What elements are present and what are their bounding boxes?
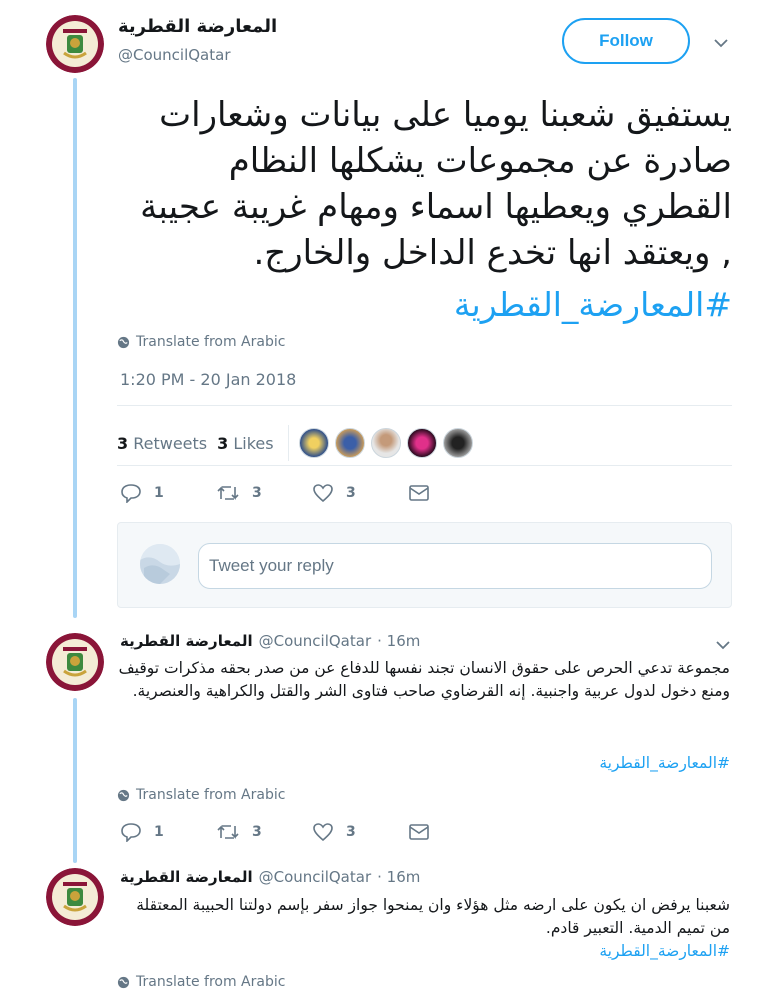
heart-icon	[313, 823, 333, 842]
thread-line	[73, 698, 77, 863]
reply-hashtag[interactable]: #المعارضة_القطرية	[117, 754, 730, 772]
thread-line	[73, 78, 77, 618]
likes-stat[interactable]: 3 Likes	[217, 434, 273, 453]
globe-icon	[117, 336, 130, 348]
retweets-stat[interactable]: 3 Retweets	[117, 434, 207, 453]
message-icon	[409, 485, 429, 501]
divider	[117, 465, 732, 466]
translate-link[interactable]: Translate from Arabic	[117, 974, 285, 990]
reply-hashtag[interactable]: #المعارضة_القطرية	[117, 942, 730, 960]
engagement-stats: 3 Retweets 3 Likes	[117, 425, 473, 461]
liker-avatar[interactable]	[370, 428, 401, 458]
reply-text: شعبنا يرفض ان يكون على ارضه مثل هؤلاء وا…	[136, 896, 730, 937]
reply-header: المعارضة القطرية @CouncilQatar · 16m	[120, 868, 420, 886]
translate-link[interactable]: Translate from Arabic	[117, 334, 285, 350]
author-handle[interactable]: @CouncilQatar	[259, 868, 372, 886]
translate-label: Translate from Arabic	[136, 974, 286, 990]
message-icon	[409, 824, 429, 840]
reply-button[interactable]: 1	[120, 822, 216, 842]
reply-text: مجموعة تدعي الحرص على حقوق الانسان تجند …	[118, 659, 730, 700]
translate-label: Translate from Arabic	[136, 334, 286, 350]
direct-message-button[interactable]	[408, 484, 430, 502]
author-name[interactable]: المعارضة القطرية	[120, 632, 253, 650]
reply-time[interactable]: · 16m	[377, 868, 420, 886]
like-button[interactable]: 3	[312, 822, 408, 842]
divider	[287, 425, 289, 461]
avatar-logo	[46, 633, 104, 691]
retweet-icon	[217, 825, 239, 839]
heart-icon	[313, 484, 333, 503]
avatar[interactable]	[46, 868, 104, 926]
reply-composer: Tweet your reply	[117, 522, 732, 608]
translate-link[interactable]: Translate from Arabic	[117, 787, 285, 803]
globe-icon	[117, 976, 130, 988]
retweet-icon	[217, 486, 239, 500]
liker-avatar[interactable]	[334, 428, 365, 458]
author-handle[interactable]: @CouncilQatar	[259, 632, 372, 650]
user-avatar[interactable]	[140, 544, 180, 584]
tweet-timestamp[interactable]: 1:20 PM - 20 Jan 2018	[120, 370, 296, 389]
reply-header: المعارضة القطرية @CouncilQatar · 16m	[120, 632, 420, 650]
reply-actions: 1 3 3	[120, 822, 430, 842]
direct-message-button[interactable]	[408, 823, 430, 841]
avatar[interactable]	[46, 15, 104, 73]
liker-avatar[interactable]	[406, 428, 437, 458]
reply-button[interactable]: 1	[120, 483, 216, 503]
retweet-button[interactable]: 3	[216, 823, 312, 841]
like-button[interactable]: 3	[312, 483, 408, 503]
reply-time[interactable]: · 16m	[377, 632, 420, 650]
liker-avatar[interactable]	[298, 428, 329, 458]
liker-avatars	[298, 428, 473, 458]
reply-icon	[121, 823, 141, 842]
tweet-hashtag[interactable]: #المعارضة_القطرية	[120, 282, 732, 328]
globe-icon	[117, 789, 130, 801]
reply-icon	[121, 484, 141, 503]
reply-input[interactable]: Tweet your reply	[198, 543, 712, 589]
tweet-actions: 1 3 3	[120, 483, 430, 503]
tweet-text: يستفيق شعبنا يوميا على بيانات وشعارات صا…	[140, 95, 732, 273]
avatar[interactable]	[46, 633, 104, 691]
chevron-down-icon[interactable]	[712, 34, 730, 52]
author-name[interactable]: المعارضة القطرية	[118, 16, 277, 37]
author-handle[interactable]: @CouncilQatar	[118, 46, 231, 64]
translate-label: Translate from Arabic	[136, 787, 286, 803]
avatar-logo	[46, 15, 104, 73]
follow-button[interactable]: Follow	[562, 18, 690, 64]
liker-avatar[interactable]	[442, 428, 473, 458]
chevron-down-icon[interactable]	[714, 636, 732, 654]
divider	[117, 405, 732, 406]
avatar-logo	[46, 868, 104, 926]
retweet-button[interactable]: 3	[216, 484, 312, 502]
author-name[interactable]: المعارضة القطرية	[120, 868, 253, 886]
